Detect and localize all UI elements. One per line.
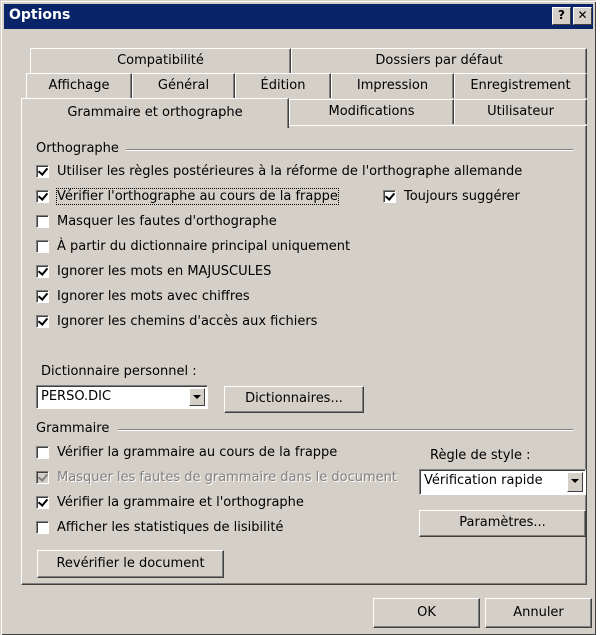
reverifier-document-button[interactable]: Revérifier le document xyxy=(37,550,224,578)
tab-general[interactable]: Général xyxy=(132,73,235,98)
options-dialog: Options ? ✕ Compatibilité Dossiers par d… xyxy=(0,0,596,635)
checkbox-label: Vérifier la grammaire et l'orthographe xyxy=(57,495,304,510)
checkbox-label: Ignorer les chemins d'accès aux fichiers xyxy=(57,314,318,329)
checkbox-label: Ignorer les mots en MAJUSCULES xyxy=(57,264,272,279)
checkbox-box[interactable] xyxy=(36,265,49,278)
tab-compatibilite[interactable]: Compatibilité xyxy=(30,48,291,73)
checkbox-label: Masquer les fautes d'orthographe xyxy=(57,214,277,229)
checkbox-box[interactable] xyxy=(36,290,49,303)
parametres-button[interactable]: Paramètres... xyxy=(419,510,586,537)
tab-modifications[interactable]: Modifications xyxy=(289,99,454,124)
checkbox-box[interactable] xyxy=(36,446,49,459)
close-button[interactable]: ✕ xyxy=(573,7,592,25)
checkbox-dictionnaire-principal[interactable]: À partir du dictionnaire principal uniqu… xyxy=(36,239,350,254)
checkbox-masquer-fautes-orthographe[interactable]: Masquer les fautes d'orthographe xyxy=(36,214,277,229)
tab-grammaire-et-orthographe[interactable]: Grammaire et orthographe xyxy=(21,98,289,128)
checkbox-reforme-allemande[interactable]: Utiliser les règles postérieures à la ré… xyxy=(36,164,522,179)
ok-button[interactable]: OK xyxy=(373,598,480,628)
checkbox-label: Toujours suggérer xyxy=(404,189,520,204)
checkbox-toujours-suggerer[interactable]: Toujours suggérer xyxy=(383,189,520,204)
checkbox-ignorer-chemins[interactable]: Ignorer les chemins d'accès aux fichiers xyxy=(36,314,317,329)
checkbox-label: Afficher les statistiques de lisibilité xyxy=(57,520,284,535)
tab-utilisateur[interactable]: Utilisateur xyxy=(454,99,587,124)
checkbox-label: Vérifier la grammaire au cours de la fra… xyxy=(57,445,338,460)
annuler-button[interactable]: Annuler xyxy=(485,598,592,628)
regle-de-style-label: Règle de style : xyxy=(430,448,531,463)
dictionnaire-personnel-select[interactable]: PERSO.DIC xyxy=(36,385,208,409)
regle-de-style-select[interactable]: Vérification rapide xyxy=(419,469,586,495)
grammaire-group-label: Grammaire xyxy=(36,421,110,436)
checkbox-masquer-fautes-grammaire[interactable]: Masquer les fautes de grammaire dans le … xyxy=(36,470,397,485)
checkbox-box[interactable] xyxy=(383,190,396,203)
checkbox-label: À partir du dictionnaire principal uniqu… xyxy=(57,239,351,254)
checkbox-label: Ignorer les mots avec chiffres xyxy=(57,289,250,304)
checkbox-label: Utiliser les règles postérieures à la ré… xyxy=(57,164,523,179)
checkbox-box[interactable] xyxy=(36,471,49,484)
checkbox-box[interactable] xyxy=(36,315,49,328)
checkbox-box[interactable] xyxy=(36,496,49,509)
window-title: Options xyxy=(9,7,71,23)
checkbox-verifier-grammaire-orthographe[interactable]: Vérifier la grammaire et l'orthographe xyxy=(36,495,304,510)
dictionnaire-personnel-label: Dictionnaire personnel : xyxy=(41,364,197,379)
checkbox-label: Vérifier l'orthographe au cours de la fr… xyxy=(56,188,339,205)
orthographe-group-label: Orthographe xyxy=(36,141,119,156)
dictionnaires-button[interactable]: Dictionnaires... xyxy=(224,386,364,413)
chevron-down-icon[interactable] xyxy=(189,388,205,406)
tab-impression[interactable]: Impression xyxy=(331,73,454,98)
checkbox-box[interactable] xyxy=(36,215,49,228)
help-button[interactable]: ? xyxy=(552,7,571,25)
tab-affichage[interactable]: Affichage xyxy=(26,73,132,98)
orthographe-divider xyxy=(126,149,573,151)
checkbox-verifier-grammaire-frappe[interactable]: Vérifier la grammaire au cours de la fra… xyxy=(36,445,337,460)
checkbox-statistiques-lisibilite[interactable]: Afficher les statistiques de lisibilité xyxy=(36,520,283,535)
regle-de-style-value: Vérification rapide xyxy=(424,473,543,488)
tab-enregistrement[interactable]: Enregistrement xyxy=(454,73,587,98)
checkbox-box[interactable] xyxy=(36,165,49,178)
checkbox-box[interactable] xyxy=(36,240,49,253)
title-bar[interactable]: Options ? ✕ xyxy=(4,4,593,29)
checkbox-verifier-orthographe-frappe[interactable]: Vérifier l'orthographe au cours de la fr… xyxy=(36,188,339,205)
checkbox-ignorer-chiffres[interactable]: Ignorer les mots avec chiffres xyxy=(36,289,250,304)
tab-edition[interactable]: Édition xyxy=(235,73,331,98)
checkbox-ignorer-majuscules[interactable]: Ignorer les mots en MAJUSCULES xyxy=(36,264,271,279)
tab-dossiers-par-defaut[interactable]: Dossiers par défaut xyxy=(291,48,587,73)
tab-panel: Orthographe Utiliser les règles postérie… xyxy=(21,125,587,585)
checkbox-box[interactable] xyxy=(36,190,49,203)
grammaire-divider xyxy=(118,429,573,431)
chevron-down-icon[interactable] xyxy=(567,472,583,492)
checkbox-box[interactable] xyxy=(36,521,49,534)
dictionnaire-personnel-value: PERSO.DIC xyxy=(41,389,112,404)
checkbox-label: Masquer les fautes de grammaire dans le … xyxy=(57,470,397,485)
